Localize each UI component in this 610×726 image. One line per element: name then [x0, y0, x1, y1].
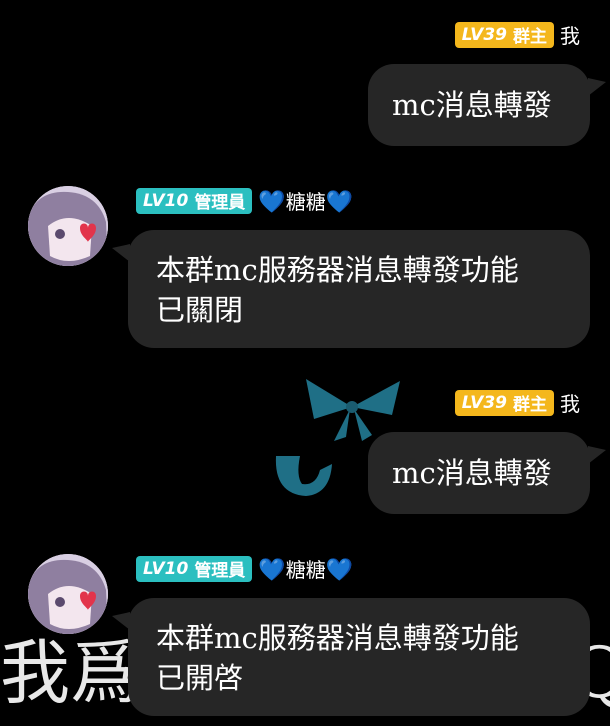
level-label: LV10 [143, 558, 189, 579]
message-header: LV39 群主 我 [454, 388, 580, 417]
heart-icon: 💙 [258, 558, 286, 583]
message-text: mc消息轉發 [392, 88, 552, 122]
sender-name-text: 糖糖 [285, 190, 326, 214]
heart-icon: 💙 [258, 190, 286, 215]
bubble-tail [112, 612, 130, 630]
avatar[interactable] [28, 186, 108, 266]
role-label: 群主 [513, 395, 547, 415]
message-bubble[interactable]: 本群mc服務器消息轉發功能 已開啓 [112, 598, 590, 716]
role-label: 管理員 [194, 561, 246, 581]
message-bubble[interactable]: mc消息轉發 [368, 64, 606, 146]
message-line: 已開啓 [156, 661, 244, 695]
role-badge: LV39 群主 [454, 389, 554, 416]
bell-decoration-icon [275, 456, 332, 496]
watermark-text: 我爲 [0, 632, 140, 714]
avatar[interactable] [28, 554, 108, 634]
heart-icon: 💙 [325, 558, 354, 583]
message-header: LV10 管理員 💙糖糖💙 [136, 186, 353, 215]
role-badge: LV39 群主 [454, 21, 554, 48]
message-header: LV39 群主 我 [454, 20, 580, 49]
level-label: LV39 [461, 392, 507, 413]
message-bubble[interactable]: mc消息轉發 [368, 432, 606, 514]
sender-name: 💙糖糖💙 [258, 186, 353, 215]
message-text: mc消息轉發 [392, 456, 552, 490]
message-line: 已關閉 [156, 293, 244, 327]
bubble-tail [588, 78, 606, 96]
sender-name: 我 [560, 24, 580, 48]
role-label: 管理員 [194, 193, 246, 213]
sender-name-text: 糖糖 [285, 558, 326, 582]
avatar-image [28, 554, 108, 634]
message-header: LV10 管理員 💙糖糖💙 [136, 554, 353, 583]
message-bubble[interactable]: 本群mc服務器消息轉發功能 已關閉 [112, 230, 590, 348]
role-label: 群主 [513, 27, 547, 47]
avatar-image [28, 186, 108, 266]
level-label: LV10 [143, 190, 189, 211]
role-badge: LV10 管理員 [136, 187, 253, 214]
role-badge: LV10 管理員 [136, 555, 253, 582]
message-line: 本群mc服務器消息轉發功能 [156, 253, 519, 287]
message-line: 本群mc服務器消息轉發功能 [156, 621, 519, 655]
sender-name: 💙糖糖💙 [258, 554, 353, 583]
level-label: LV39 [461, 24, 507, 45]
bubble-tail [588, 446, 606, 464]
sender-name: 我 [560, 392, 580, 416]
heart-icon: 💙 [325, 190, 354, 215]
bubble-tail [112, 244, 130, 262]
